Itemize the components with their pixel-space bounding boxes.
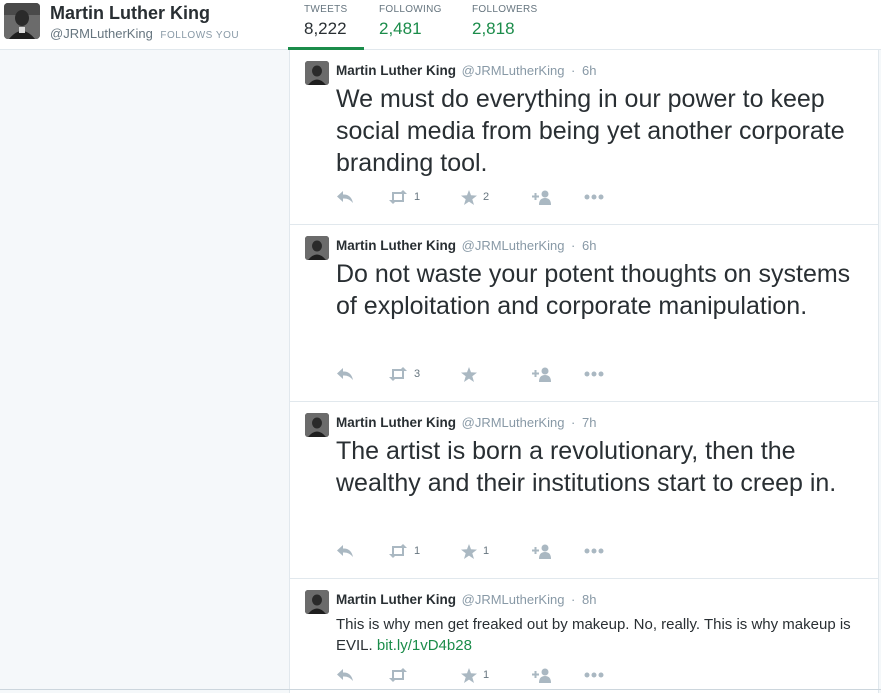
tweet-author-handle[interactable]: @JRMLutherKing [462, 238, 565, 253]
favorite-button[interactable] [461, 364, 483, 384]
tab-tweets-count: 8,222 [304, 19, 347, 38]
favorite-button[interactable]: 2 [461, 187, 489, 207]
tweet-separator: · [571, 238, 576, 253]
tab-following-label: FOLLOWING [379, 4, 442, 15]
retweet-icon [388, 190, 408, 204]
follow-icon[interactable] [531, 665, 551, 685]
tweet-separator: · [571, 415, 576, 430]
profile-handle: @JRMLutherKing FOLLOWS YOU [50, 26, 239, 41]
tweet-avatar[interactable] [305, 61, 329, 85]
tweet-header: Martin Luther King @JRMLutherKing · 6h [336, 238, 596, 253]
retweet-count: 3 [414, 368, 421, 380]
tweet-text: This is why men get freaked out by makeu… [336, 614, 866, 656]
tweet-item[interactable]: Martin Luther King @JRMLutherKing · 6h D… [290, 225, 878, 402]
tab-following[interactable]: FOLLOWING 2,481 [363, 4, 457, 50]
tab-following-count: 2,481 [379, 19, 422, 38]
tweet-header: Martin Luther King @JRMLutherKing · 7h [336, 415, 596, 430]
more-options-icon[interactable] [584, 187, 604, 207]
tweet-text: Do not waste your potent thoughts on sys… [336, 260, 851, 320]
tweet-avatar[interactable] [305, 590, 329, 614]
more-options-icon[interactable] [584, 364, 604, 384]
star-icon [461, 366, 477, 382]
reply-icon[interactable] [336, 364, 354, 384]
follow-icon[interactable] [531, 541, 551, 561]
tweet-author-name[interactable]: Martin Luther King [336, 415, 456, 430]
tweet-timestamp[interactable]: 6h [582, 63, 596, 78]
tab-followers-label: FOLLOWERS [472, 4, 538, 15]
tweet-author-handle[interactable]: @JRMLutherKing [462, 415, 565, 430]
divider [0, 689, 881, 690]
favorite-count: 2 [483, 191, 490, 203]
favorite-count: 1 [483, 545, 490, 557]
tweet-header: Martin Luther King @JRMLutherKing · 8h [336, 592, 596, 607]
tweet-timestamp[interactable]: 8h [582, 592, 596, 607]
retweet-icon [388, 668, 408, 682]
favorite-count: 1 [483, 669, 490, 681]
profile-name[interactable]: Martin Luther King [50, 3, 210, 24]
tweet-separator: · [571, 63, 576, 78]
tweet-author-handle[interactable]: @JRMLutherKing [462, 63, 565, 78]
reply-icon[interactable] [336, 187, 354, 207]
tweet-item[interactable]: Martin Luther King @JRMLutherKing · 8h T… [290, 579, 878, 693]
retweet-count: 1 [414, 191, 421, 203]
tab-followers[interactable]: FOLLOWERS 2,818 [456, 4, 556, 50]
retweet-button[interactable] [388, 665, 414, 685]
tweet-avatar[interactable] [305, 236, 329, 260]
retweet-icon [388, 544, 408, 558]
retweet-button[interactable]: 1 [388, 187, 420, 207]
retweet-count: 1 [414, 545, 421, 557]
tab-followers-count: 2,818 [472, 19, 515, 38]
tweet-timestamp[interactable]: 7h [582, 415, 596, 430]
star-icon [461, 543, 477, 559]
tweet-link[interactable]: bit.ly/1vD4b28 [377, 637, 472, 654]
star-icon [461, 189, 477, 205]
tweet-text: The artist is born a revolutionary, then… [336, 437, 837, 497]
tweet-author-name[interactable]: Martin Luther King [336, 592, 456, 607]
profile-avatar[interactable] [4, 3, 40, 39]
retweet-button[interactable]: 1 [388, 541, 420, 561]
retweet-icon [388, 367, 408, 381]
tweet-timeline: Martin Luther King @JRMLutherKing · 6h W… [289, 50, 879, 693]
favorite-button[interactable]: 1 [461, 665, 489, 685]
tweet-separator: · [571, 592, 576, 607]
profile-header: Martin Luther King @JRMLutherKing FOLLOW… [0, 0, 881, 50]
follow-icon[interactable] [531, 364, 551, 384]
tweet-avatar[interactable] [305, 413, 329, 437]
more-options-icon[interactable] [584, 541, 604, 561]
tweet-author-name[interactable]: Martin Luther King [336, 63, 456, 78]
tweet-timestamp[interactable]: 6h [582, 238, 596, 253]
retweet-button[interactable]: 3 [388, 364, 420, 384]
tweet-item[interactable]: Martin Luther King @JRMLutherKing · 6h W… [290, 50, 878, 225]
favorite-button[interactable]: 1 [461, 541, 489, 561]
tab-tweets-label: TWEETS [304, 4, 348, 15]
profile-handle-text: @JRMLutherKing [50, 26, 153, 41]
tweet-text: We must do everything in our power to ke… [336, 85, 845, 177]
tweet-author-handle[interactable]: @JRMLutherKing [462, 592, 565, 607]
tab-tweets[interactable]: TWEETS 8,222 [288, 4, 364, 50]
tweet-item[interactable]: Martin Luther King @JRMLutherKing · 7h T… [290, 402, 878, 579]
follows-you-badge: FOLLOWS YOU [160, 30, 240, 41]
reply-icon[interactable] [336, 665, 354, 685]
follow-icon[interactable] [531, 187, 551, 207]
more-options-icon[interactable] [584, 665, 604, 685]
tweet-header: Martin Luther King @JRMLutherKing · 6h [336, 63, 596, 78]
reply-icon[interactable] [336, 541, 354, 561]
star-icon [461, 667, 477, 683]
tweet-author-name[interactable]: Martin Luther King [336, 238, 456, 253]
